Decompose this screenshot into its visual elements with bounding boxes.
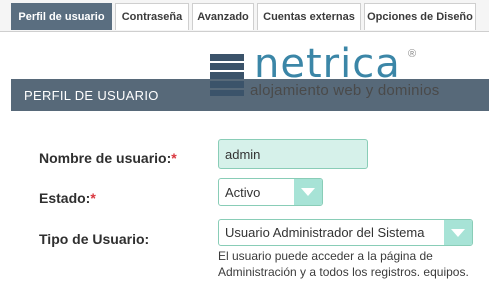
server-stack-icon — [210, 54, 244, 96]
status-label: Estado:* — [39, 190, 96, 206]
status-label-text: Estado: — [39, 190, 91, 206]
user-type-label-text: Tipo de Usuario: — [39, 231, 150, 247]
required-marker: * — [171, 150, 177, 166]
netrica-logo: netrica ® alojamiento web y dominios — [210, 44, 450, 104]
user-type-label: Tipo de Usuario: — [39, 231, 149, 247]
tab-bar: Perfil de usuario Contraseña Avanzado Cu… — [0, 0, 489, 32]
required-marker: * — [90, 190, 96, 206]
user-type-select-value: Usuario Administrador del Sistema — [225, 225, 425, 240]
user-type-help-text: El usuario puede acceder a la página de … — [218, 249, 469, 279]
tab-opciones-de-diseno[interactable]: Opciones de Diseño — [364, 3, 476, 30]
user-type-select[interactable]: Usuario Administrador del Sistema — [218, 219, 473, 246]
username-label-text: Nombre de usuario: — [39, 150, 172, 166]
username-label: Nombre de usuario:* — [39, 150, 177, 166]
chevron-down-icon[interactable] — [444, 220, 472, 245]
username-input[interactable] — [218, 139, 368, 169]
status-select-value: Activo — [225, 184, 261, 200]
section-title: PERFIL DE USUARIO — [24, 87, 159, 103]
registered-mark: ® — [408, 48, 417, 60]
status-select[interactable]: Activo — [218, 178, 323, 206]
logo-tagline: alojamiento web y dominios — [250, 82, 440, 99]
tab-perfil-de-usuario[interactable]: Perfil de usuario — [11, 3, 112, 30]
tab-cuentas-externas[interactable]: Cuentas externas — [257, 3, 361, 30]
tab-avanzado[interactable]: Avanzado — [192, 3, 254, 30]
logo-wordmark: netrica — [254, 41, 401, 87]
chevron-down-icon[interactable] — [294, 179, 322, 205]
tab-contrasena[interactable]: Contraseña — [115, 3, 189, 30]
